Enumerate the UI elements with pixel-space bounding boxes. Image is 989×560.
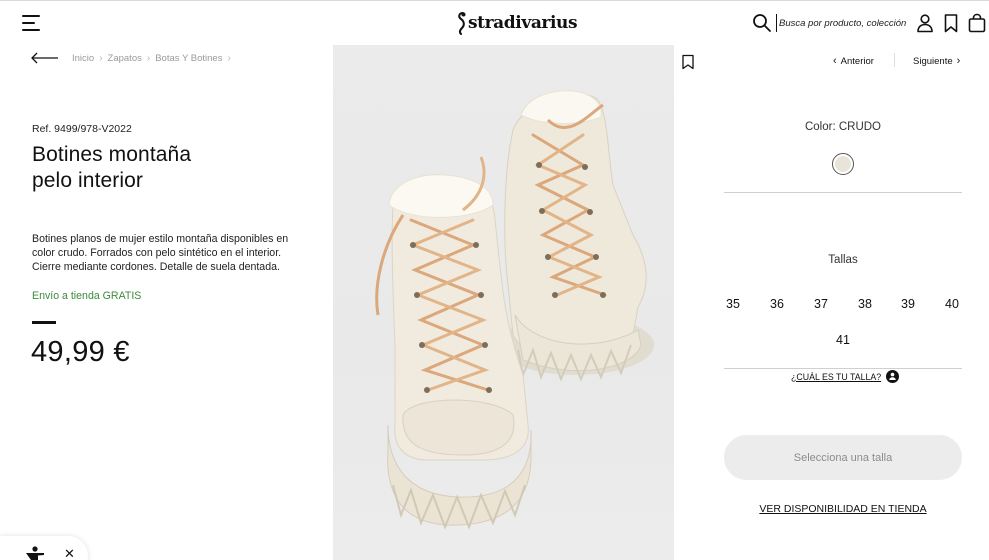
chevron-right-icon: › [956, 55, 961, 67]
product-reference: Ref. 9499/978-V2022 [32, 123, 132, 135]
size-guide-label: ¿CUÁL ES TU TALLA? [791, 371, 882, 382]
user-icon[interactable] [915, 13, 935, 33]
brand-name: stradivarius [468, 13, 578, 33]
product-image[interactable] [333, 45, 674, 560]
chevron-right-icon: › [99, 53, 103, 64]
breadcrumb-shoes[interactable]: Zapatos [108, 53, 142, 64]
search-icon[interactable] [752, 13, 772, 33]
size-guide-link[interactable]: ¿CUÁL ES TU TALLA? [791, 370, 900, 383]
product-description: Botines planos de mujer estilo montaña d… [32, 233, 289, 274]
back-boot [498, 90, 654, 382]
size-guide-icon [886, 370, 900, 383]
hiking-boots-illustration [375, 90, 654, 530]
next-label: Siguiente [913, 55, 953, 67]
product-title-line1: Botines montaña [32, 143, 192, 166]
previous-product-link[interactable]: ‹ Anterior [833, 55, 874, 67]
accessibility-icon [26, 546, 44, 560]
size-option-35[interactable]: 35 [719, 297, 747, 311]
search-input[interactable] [776, 14, 906, 32]
violin-scroll-icon [458, 12, 466, 35]
size-option-38[interactable]: 38 [851, 297, 879, 311]
nav-divider [894, 53, 895, 67]
breadcrumb: Inicio › Zapatos › Botas Y Botines › [72, 53, 236, 64]
select-size-button[interactable]: Selecciona una talla [724, 435, 962, 480]
bookmark-icon[interactable] [941, 13, 961, 33]
bag-icon[interactable] [967, 13, 987, 33]
price-divider [32, 321, 56, 324]
breadcrumb-boots[interactable]: Botas Y Botines [155, 53, 222, 64]
product-price: 49,99 € [31, 336, 130, 368]
brand-logo[interactable]: stradivarius [456, 10, 578, 36]
size-option-36[interactable]: 36 [763, 297, 791, 311]
color-swatch-fill [835, 156, 851, 172]
accessibility-widget[interactable]: ✕ [0, 536, 88, 560]
size-option-41[interactable]: 41 [829, 333, 857, 347]
size-option-39[interactable]: 39 [894, 297, 922, 311]
color-label: Color: CRUDO [804, 121, 882, 133]
chevron-right-icon: › [227, 53, 231, 64]
back-arrow-icon[interactable] [31, 51, 59, 65]
color-swatch-crudo[interactable] [832, 153, 854, 175]
product-title: Botines montaña pelo interior [32, 142, 272, 194]
size-option-37[interactable]: 37 [807, 297, 835, 311]
sizes-label: Tallas [828, 254, 858, 266]
chevron-left-icon: ‹ [833, 55, 837, 67]
size-option-40[interactable]: 40 [938, 297, 966, 311]
top-header: stradivarius [0, 0, 989, 44]
previous-label: Anterior [840, 55, 874, 67]
menu-icon[interactable] [22, 15, 40, 31]
save-product-icon[interactable] [681, 54, 695, 70]
store-availability-link[interactable]: VER DISPONIBILIDAD EN TIENDA [724, 503, 962, 515]
free-shipping-note: Envío a tienda GRATIS [32, 290, 142, 302]
close-icon[interactable]: ✕ [64, 546, 75, 560]
next-product-link[interactable]: Siguiente › [913, 55, 960, 67]
product-title-line2: pelo interior [32, 169, 144, 192]
chevron-right-icon: › [146, 53, 151, 64]
breadcrumb-home[interactable]: Inicio [72, 53, 94, 64]
divider [724, 368, 962, 369]
divider [724, 192, 962, 193]
